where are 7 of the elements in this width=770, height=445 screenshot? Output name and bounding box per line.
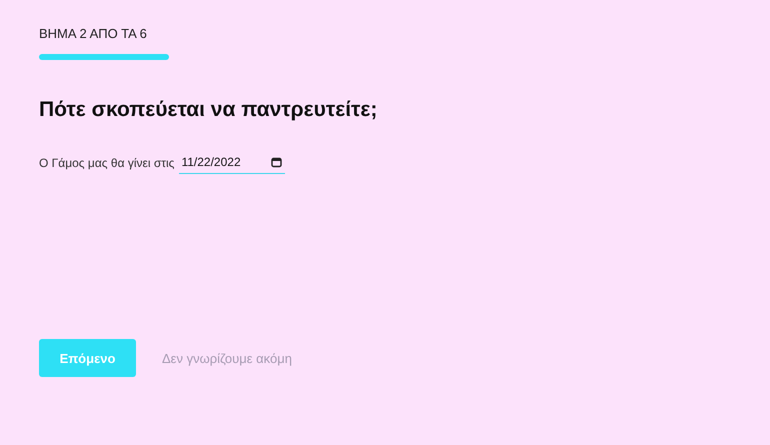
step-label: ΒΗΜΑ 2 ΑΠΟ ΤΑ 6	[39, 26, 148, 41]
calendar-icon[interactable]	[271, 156, 282, 168]
skip-link[interactable]: Δεν γνωρίζουμε ακόμη	[162, 350, 292, 366]
date-label: Ο Γάμος μας θα γίνει στις	[39, 156, 174, 170]
next-button[interactable]: Επόμενο	[39, 339, 136, 377]
date-field[interactable]: 11/22/2022	[179, 152, 286, 174]
question-heading: Πότε σκοπεύεται να παντρευτείτε;	[39, 97, 378, 123]
